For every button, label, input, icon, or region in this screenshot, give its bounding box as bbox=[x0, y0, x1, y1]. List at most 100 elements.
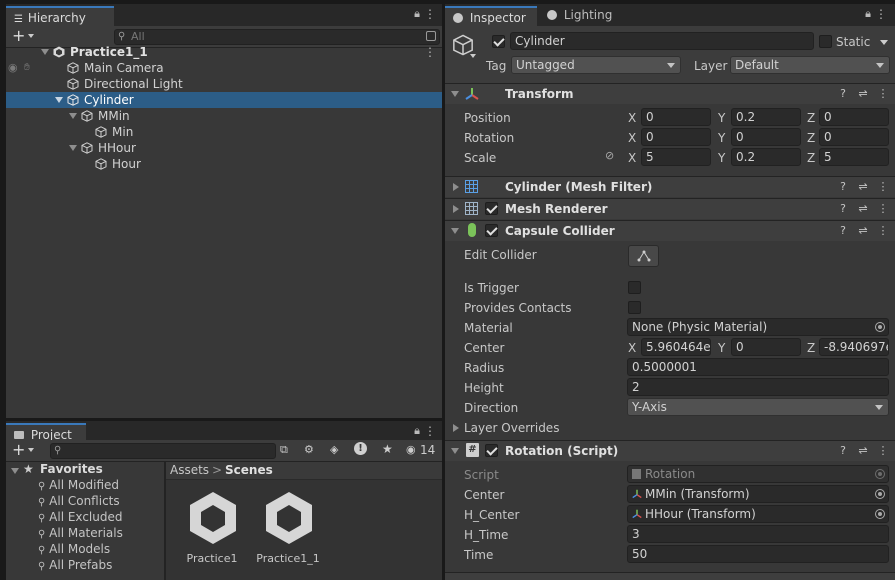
scale-x-field[interactable]: 5 bbox=[641, 148, 711, 166]
tag-icon[interactable]: ◈ bbox=[330, 443, 338, 456]
layer-dropdown[interactable]: Default bbox=[730, 56, 890, 74]
chevron-down-icon[interactable] bbox=[28, 448, 34, 452]
position-z-field[interactable]: 0 bbox=[819, 108, 889, 126]
mesh-renderer-header[interactable]: Mesh Renderer ? ⇌ ⋮ bbox=[445, 198, 895, 219]
object-picker-icon[interactable] bbox=[875, 509, 885, 519]
create-asset-button[interactable]: + bbox=[12, 441, 25, 459]
rotation-x-field[interactable]: 0 bbox=[641, 128, 711, 146]
axis-y-label[interactable]: Y bbox=[718, 130, 725, 146]
transform-header[interactable]: Transform ? ⇌ ⋮ bbox=[445, 83, 895, 104]
axis-y-label[interactable]: Y bbox=[718, 150, 725, 166]
position-y-field[interactable]: 0.2 bbox=[731, 108, 801, 126]
more-menu-icon[interactable]: ⋮ bbox=[424, 424, 436, 438]
component-menu-icon[interactable]: ⋮ bbox=[877, 180, 889, 194]
breadcrumb-current[interactable]: Scenes bbox=[225, 463, 273, 477]
collider-center-y-field[interactable]: 0 bbox=[731, 338, 801, 356]
add-object-button[interactable]: + bbox=[12, 27, 25, 45]
axis-z-label[interactable]: Z bbox=[807, 150, 815, 166]
favorites-item[interactable]: ⚲ All Conflicts bbox=[38, 494, 120, 508]
favorites-item[interactable]: ⚲ All Prefabs bbox=[38, 558, 112, 572]
foldout-arrow-icon[interactable] bbox=[453, 183, 459, 191]
hierarchy-item-mmin[interactable]: MMin bbox=[6, 108, 442, 124]
hierarchy-item-hhour[interactable]: HHour bbox=[6, 140, 442, 156]
lock-icon[interactable]: 🔒︎ bbox=[414, 7, 420, 21]
more-menu-icon[interactable]: ⋮ bbox=[424, 7, 436, 21]
provides-contacts-checkbox[interactable] bbox=[628, 301, 641, 314]
capsule-collider-enabled-toggle[interactable] bbox=[485, 224, 498, 237]
search-by-type-icon[interactable]: ⧉ bbox=[280, 443, 288, 457]
foldout-arrow-icon[interactable] bbox=[453, 205, 459, 213]
help-icon[interactable]: ? bbox=[837, 87, 849, 101]
rotation-z-field[interactable]: 0 bbox=[819, 128, 889, 146]
scale-z-field[interactable]: 5 bbox=[819, 148, 889, 166]
tab-inspector[interactable]: Inspector bbox=[445, 6, 537, 26]
foldout-arrow-icon[interactable] bbox=[451, 448, 459, 454]
help-icon[interactable]: ? bbox=[837, 180, 849, 194]
direction-dropdown[interactable]: Y-Axis bbox=[627, 398, 889, 416]
object-picker-icon[interactable] bbox=[875, 489, 885, 499]
hierarchy-item-cylinder[interactable]: Cylinder bbox=[6, 92, 442, 108]
active-toggle[interactable] bbox=[492, 35, 505, 48]
material-object-field[interactable]: None (Physic Material) bbox=[627, 318, 889, 336]
hidden-packages-eye-icon[interactable]: ◉ bbox=[406, 443, 416, 456]
layer-overrides-foldout[interactable]: Layer Overrides bbox=[464, 420, 559, 436]
next-component-header[interactable] bbox=[445, 572, 895, 580]
favorites-item[interactable]: ⚲ All Materials bbox=[38, 526, 123, 540]
object-name-field[interactable]: Cylinder bbox=[510, 32, 814, 50]
lock-icon[interactable]: 🔒︎ bbox=[414, 424, 420, 438]
foldout-arrow-icon[interactable] bbox=[451, 228, 459, 234]
chevron-down-icon[interactable] bbox=[28, 34, 34, 38]
rotation-y-field[interactable]: 0 bbox=[731, 128, 801, 146]
asset-item-practice1[interactable]: Practice1 bbox=[172, 488, 252, 568]
component-menu-icon[interactable]: ⋮ bbox=[877, 444, 889, 458]
search-filter-icon[interactable] bbox=[426, 31, 436, 41]
asset-item-practice1-1[interactable]: Practice1_1 bbox=[248, 488, 328, 568]
presets-sliders-icon[interactable]: ⇌ bbox=[857, 444, 869, 458]
info-icon[interactable]: ! bbox=[354, 442, 367, 455]
scene-menu-icon[interactable]: ⋮ bbox=[424, 44, 436, 60]
visibility-eye-icon[interactable]: ◉ bbox=[8, 60, 18, 76]
collider-center-x-field[interactable]: 5.960464e- bbox=[641, 338, 711, 356]
axis-x-label[interactable]: X bbox=[628, 340, 636, 356]
pickability-hand-icon[interactable]: ✋︎ bbox=[24, 60, 30, 76]
axis-x-label[interactable]: X bbox=[628, 150, 636, 166]
scene-row[interactable]: Practice1_1 ⋮ bbox=[6, 44, 442, 60]
tab-lighting[interactable]: Lighting bbox=[539, 4, 629, 26]
search-by-label-icon[interactable]: ⚙ bbox=[304, 443, 314, 456]
help-icon[interactable]: ? bbox=[837, 202, 849, 216]
breadcrumb-root[interactable]: Assets bbox=[170, 463, 209, 477]
hierarchy-search-input[interactable]: ⚲ All bbox=[114, 29, 440, 45]
project-search-input[interactable]: ⚲ bbox=[50, 443, 276, 459]
foldout-arrow-icon[interactable] bbox=[453, 424, 459, 432]
time-field[interactable]: 50 bbox=[627, 545, 889, 563]
hierarchy-item-hour[interactable]: Hour bbox=[6, 156, 442, 172]
position-x-field[interactable]: 0 bbox=[641, 108, 711, 126]
rotation-script-header[interactable]: # Rotation (Script) ? ⇌ ⋮ bbox=[445, 440, 895, 461]
icon-dropdown-arrow[interactable] bbox=[470, 54, 476, 58]
collider-center-z-field[interactable]: -8.940697e bbox=[819, 338, 889, 356]
mesh-filter-header[interactable]: Cylinder (Mesh Filter) ? ⇌ ⋮ bbox=[445, 176, 895, 197]
hierarchy-item-main-camera[interactable]: ◉ ✋︎ Main Camera bbox=[6, 60, 442, 76]
presets-sliders-icon[interactable]: ⇌ bbox=[857, 224, 869, 238]
expand-arrow-icon[interactable] bbox=[69, 113, 77, 119]
scale-y-field[interactable]: 0.2 bbox=[731, 148, 801, 166]
expand-arrow-icon[interactable] bbox=[41, 49, 49, 55]
capsule-collider-header[interactable]: Capsule Collider ? ⇌ ⋮ bbox=[445, 220, 895, 241]
height-field[interactable]: 2 bbox=[627, 378, 889, 396]
radius-field[interactable]: 0.5000001 bbox=[627, 358, 889, 376]
tab-hierarchy[interactable]: ☰ Hierarchy bbox=[6, 6, 114, 26]
axis-y-label[interactable]: Y bbox=[718, 110, 725, 126]
expand-arrow-icon[interactable] bbox=[69, 145, 77, 151]
rotation-script-enabled-toggle[interactable] bbox=[485, 444, 498, 457]
gameobject-cube-icon[interactable] bbox=[452, 34, 474, 56]
presets-sliders-icon[interactable]: ⇌ bbox=[857, 87, 869, 101]
component-menu-icon[interactable]: ⋮ bbox=[877, 224, 889, 238]
hierarchy-item-directional-light[interactable]: Directional Light bbox=[6, 76, 442, 92]
expand-arrow-icon[interactable] bbox=[55, 97, 63, 103]
axis-z-label[interactable]: Z bbox=[807, 110, 815, 126]
help-icon[interactable]: ? bbox=[837, 224, 849, 238]
object-picker-icon[interactable] bbox=[875, 322, 885, 332]
center-object-field[interactable]: MMin (Transform) bbox=[627, 485, 889, 503]
component-menu-icon[interactable]: ⋮ bbox=[877, 87, 889, 101]
lock-icon[interactable]: 🔒︎ bbox=[865, 7, 871, 21]
